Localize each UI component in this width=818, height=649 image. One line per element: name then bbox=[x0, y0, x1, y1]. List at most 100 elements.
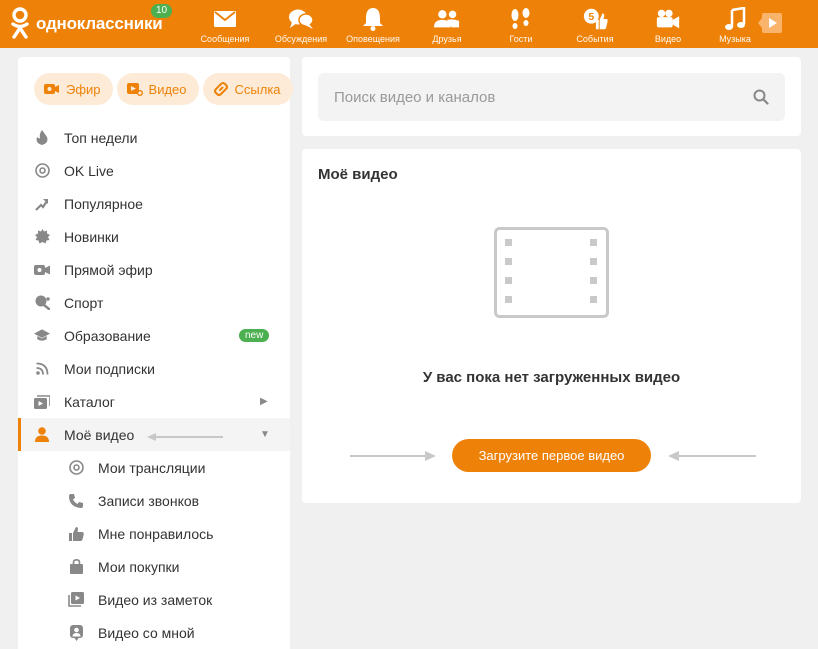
sidebar-item-catalog[interactable]: Каталог ▶ bbox=[18, 385, 290, 418]
nav-label: Обсуждения bbox=[274, 34, 328, 44]
create-chips: Эфир Видео Ссылка bbox=[34, 73, 293, 105]
nav-notifications[interactable]: Оповещения bbox=[341, 0, 405, 48]
right-arrow-icon bbox=[350, 451, 436, 461]
search-input[interactable] bbox=[318, 73, 785, 121]
sidebar-subitem-call-records[interactable]: Записи звонков bbox=[18, 484, 290, 517]
chip-label: Эфир bbox=[66, 81, 101, 97]
sidebar-item-top-week[interactable]: Топ недели bbox=[18, 121, 290, 154]
sidebar-item-label: Образование bbox=[64, 327, 151, 344]
nav-label: Сообщения bbox=[200, 34, 250, 44]
pointer-arrow-icon bbox=[147, 433, 223, 441]
nav-label: События bbox=[576, 34, 614, 44]
rss-icon bbox=[34, 361, 50, 377]
nav-events[interactable]: 5 События bbox=[563, 0, 627, 48]
thumbs-up-icon bbox=[68, 526, 84, 542]
graduation-cap-icon bbox=[34, 328, 50, 344]
chip-video[interactable]: Видео bbox=[116, 73, 199, 105]
live-broadcast-icon bbox=[44, 84, 59, 94]
nav-label: Гости bbox=[509, 34, 533, 44]
nav-video[interactable]: Видео bbox=[636, 0, 700, 48]
sidebar-subitem-label: Мне понравилось bbox=[98, 525, 214, 542]
sidebar-item-sport[interactable]: Спорт bbox=[18, 286, 290, 319]
chat-bubbles-icon bbox=[288, 7, 314, 31]
ok-logo[interactable]: одноклассники bbox=[10, 6, 163, 42]
sidebar-item-label: Новинки bbox=[64, 228, 119, 245]
sidebar-item-new[interactable]: Новинки bbox=[18, 220, 290, 253]
nav-label: Музыка bbox=[719, 34, 751, 44]
shopping-bag-icon bbox=[68, 559, 84, 575]
sidebar-menu: Топ недели OK Live Популярное Новинки Пр… bbox=[18, 121, 290, 649]
sidebar-item-label: Моё видео bbox=[64, 426, 135, 443]
my-video-panel: Моё видео У вас пока нет загруженных вид… bbox=[302, 149, 801, 503]
sidebar-item-label: Топ недели bbox=[64, 129, 138, 146]
sidebar-item-live[interactable]: Прямой эфир bbox=[18, 253, 290, 286]
nav-friends[interactable]: Друзья bbox=[415, 0, 479, 48]
logo-text: одноклассники bbox=[36, 14, 163, 33]
sport-icon bbox=[34, 295, 50, 311]
flame-icon bbox=[34, 130, 50, 146]
nav-messages[interactable]: Сообщения bbox=[193, 0, 257, 48]
friends-icon bbox=[434, 7, 460, 31]
sidebar-subitem-purchases[interactable]: Мои покупки bbox=[18, 550, 290, 583]
person-tag-icon bbox=[68, 624, 84, 641]
catalog-icon bbox=[34, 394, 50, 410]
chip-live[interactable]: Эфир bbox=[34, 73, 113, 105]
video-camera-icon bbox=[655, 7, 681, 31]
sidebar-subitem-video-with-me[interactable]: Видео со мной bbox=[18, 616, 290, 649]
broadcast-icon bbox=[68, 460, 84, 476]
sidebar-subitem-label: Записи звонков bbox=[98, 492, 200, 509]
trending-arrow-icon bbox=[34, 196, 50, 212]
bell-icon bbox=[360, 7, 386, 31]
add-video-icon bbox=[126, 83, 143, 96]
ok-live-icon bbox=[34, 163, 50, 179]
search-panel bbox=[302, 57, 801, 136]
nav-label: Видео bbox=[654, 34, 682, 44]
collapse-arrow-icon[interactable]: ▼ bbox=[260, 429, 270, 440]
sidebar-subitem-label: Мои трансляции bbox=[98, 459, 206, 476]
upload-first-video-button[interactable]: Загрузите первое видео bbox=[452, 439, 651, 472]
ok-logo-icon bbox=[11, 7, 29, 39]
top-bar: одноклассники 10 Сообщения Обсуждения Оп… bbox=[0, 0, 818, 48]
expand-arrow-icon[interactable]: ▶ bbox=[260, 396, 268, 407]
left-arrow-icon bbox=[668, 451, 756, 461]
chip-label: Видео bbox=[148, 81, 187, 97]
nav-label: Друзья bbox=[432, 34, 462, 44]
notes-video-icon bbox=[68, 592, 84, 608]
footprints-icon bbox=[508, 7, 534, 31]
film-strip-icon bbox=[494, 227, 609, 318]
new-badge-icon bbox=[34, 229, 50, 245]
sidebar-subitem-label: Мои покупки bbox=[98, 558, 180, 575]
sidebar-item-popular[interactable]: Популярное bbox=[18, 187, 290, 220]
nav-label: Оповещения bbox=[346, 34, 400, 44]
sidebar-item-label: Прямой эфир bbox=[64, 261, 153, 278]
sidebar-item-my-video[interactable]: Моё видео ▼ bbox=[18, 418, 290, 451]
sidebar-item-label: Мои подписки bbox=[64, 360, 155, 377]
chip-link[interactable]: Ссылка bbox=[202, 73, 293, 105]
new-badge: new bbox=[239, 329, 270, 342]
notification-count-badge: 10 bbox=[151, 4, 173, 18]
sidebar-subitem-label: Видео со мной bbox=[98, 624, 195, 641]
sidebar-subitem-my-broadcasts[interactable]: Мои трансляции bbox=[18, 451, 290, 484]
sidebar-item-label: Каталог bbox=[64, 393, 115, 410]
events-count: 5 bbox=[588, 12, 594, 23]
like-events-icon: 5 bbox=[582, 7, 608, 31]
empty-state-text: У вас пока нет загруженных видео bbox=[422, 369, 681, 386]
play-video-icon[interactable] bbox=[758, 11, 784, 35]
sidebar-subitem-liked[interactable]: Мне понравилось bbox=[18, 517, 290, 550]
sidebar-item-label: OK Live bbox=[64, 162, 114, 179]
nav-guests[interactable]: Гости bbox=[489, 0, 553, 48]
nav-discussions[interactable]: Обсуждения bbox=[269, 0, 333, 48]
link-icon bbox=[213, 82, 228, 96]
sidebar-item-label: Популярное bbox=[64, 195, 143, 212]
search-icon[interactable] bbox=[753, 89, 769, 105]
sidebar-item-ok-live[interactable]: OK Live bbox=[18, 154, 290, 187]
phone-icon bbox=[68, 493, 84, 509]
panel-title: Моё видео bbox=[318, 166, 398, 183]
sidebar-subitem-notes-video[interactable]: Видео из заметок bbox=[18, 583, 290, 616]
chip-label: Ссылка bbox=[234, 81, 281, 97]
sidebar-item-education[interactable]: Образование new bbox=[18, 319, 290, 352]
sidebar-item-label: Спорт bbox=[64, 294, 104, 311]
sidebar-item-subscriptions[interactable]: Мои подписки bbox=[18, 352, 290, 385]
user-icon bbox=[34, 427, 50, 443]
live-camera-icon bbox=[34, 262, 50, 278]
